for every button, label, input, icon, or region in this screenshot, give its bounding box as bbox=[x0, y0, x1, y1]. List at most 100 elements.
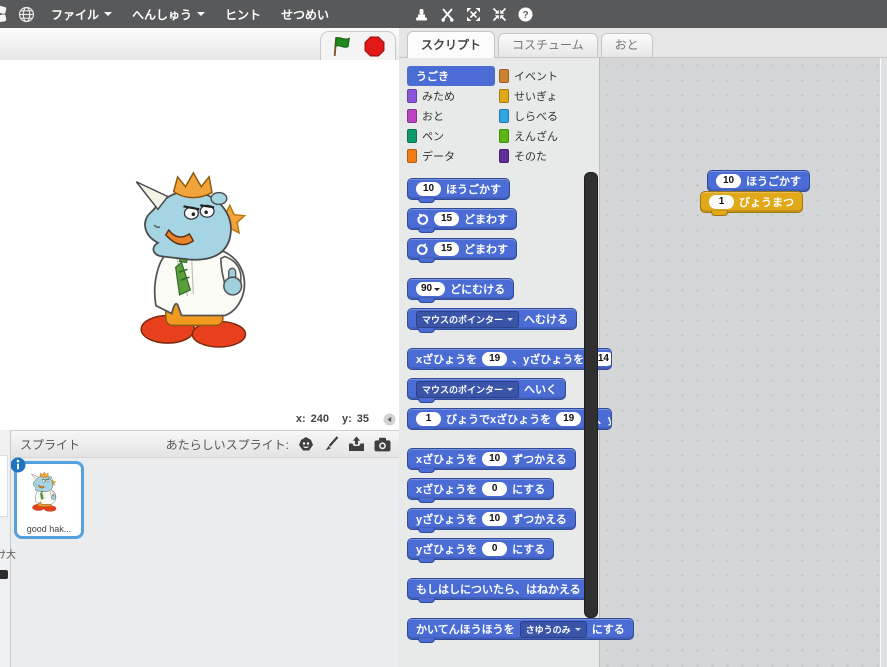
stop-button[interactable] bbox=[364, 36, 385, 57]
category-item[interactable]: イベント bbox=[499, 66, 587, 86]
script-block[interactable]: 10 ほうごかす bbox=[707, 170, 810, 192]
block-help-icon[interactable]: ? bbox=[518, 7, 533, 22]
menu-item[interactable]: ヒント bbox=[225, 6, 261, 23]
menu-item-label: ファイル bbox=[51, 6, 99, 23]
stage-sprite-rhino[interactable] bbox=[130, 166, 298, 353]
language-globe-icon[interactable] bbox=[18, 6, 35, 23]
delete-icon[interactable] bbox=[440, 7, 455, 22]
tab-scripts[interactable]: スクリプト bbox=[407, 31, 495, 58]
coord-x-value: 240 bbox=[311, 413, 329, 425]
category-item[interactable]: みため bbox=[407, 86, 495, 106]
palette-block[interactable]: かいてんほうほうをさゆうのみにする bbox=[407, 618, 634, 640]
number-input[interactable]: 19 bbox=[482, 352, 507, 366]
number-input[interactable]: 10 bbox=[482, 452, 507, 466]
menu-item[interactable]: ファイル bbox=[51, 6, 112, 23]
toolbar: ? bbox=[414, 0, 533, 28]
sprite-thumbnail[interactable]: good hak... bbox=[14, 461, 84, 539]
palette-block[interactable]: マウスのポインターへいく bbox=[407, 378, 566, 400]
palette-block[interactable]: マウスのポインターへむける bbox=[407, 308, 577, 330]
palette-block[interactable]: xざひょうを19、yざひょうを-14に bbox=[407, 348, 612, 370]
paint-brush-icon[interactable] bbox=[323, 436, 339, 452]
palette-block[interactable]: 1びょうでxざひょうを19に、yざひょうを bbox=[407, 408, 612, 430]
block-label: xざひょうを bbox=[416, 351, 477, 367]
shrink-icon[interactable] bbox=[492, 7, 507, 22]
palette-scrollbar[interactable] bbox=[584, 172, 598, 618]
stage-header bbox=[0, 28, 399, 61]
category-color-swatch bbox=[499, 149, 509, 163]
category-label: ペン bbox=[422, 128, 444, 144]
sprite-library-icon[interactable] bbox=[298, 436, 314, 452]
palette-block[interactable]: yざひょうを10ずつかえる bbox=[407, 508, 576, 530]
tab-sounds[interactable]: おと bbox=[601, 33, 653, 57]
number-input[interactable]: 1 bbox=[416, 412, 441, 426]
number-input[interactable]: 19 bbox=[556, 412, 581, 426]
block-label: 、yざひょうを bbox=[512, 351, 584, 367]
block-group: かいてんほうほうをさゆうのみにする bbox=[407, 618, 619, 640]
block-label: にする bbox=[512, 541, 545, 557]
green-flag-button[interactable] bbox=[331, 35, 354, 58]
number-input[interactable]: 15 bbox=[434, 212, 459, 226]
upload-sprite-icon[interactable] bbox=[348, 436, 365, 452]
category-item[interactable]: ペン bbox=[407, 126, 495, 146]
menu-item[interactable]: せつめい bbox=[281, 6, 329, 23]
dropdown[interactable]: マウスのポインター bbox=[416, 311, 519, 328]
cropped-text-fragment: け大 bbox=[0, 546, 16, 561]
palette-block[interactable]: xざひょうを10ずつかえる bbox=[407, 448, 576, 470]
palette-block[interactable]: xざひょうを0にする bbox=[407, 478, 554, 500]
palette-block[interactable]: もしはしについたら、はねかえる bbox=[407, 578, 590, 600]
block-label: ほうごかす bbox=[746, 173, 801, 189]
category-item[interactable]: おと bbox=[407, 106, 495, 126]
category-label: しらべる bbox=[514, 108, 558, 124]
collapse-stage-icon[interactable] bbox=[383, 413, 396, 426]
tab-costumes[interactable]: コスチューム bbox=[498, 33, 598, 57]
number-input[interactable]: 10 bbox=[482, 512, 507, 526]
block-label: ずつかえる bbox=[512, 511, 567, 527]
number-input[interactable]: 0 bbox=[482, 482, 507, 496]
palette-block[interactable]: 15どまわす bbox=[407, 208, 517, 230]
chevron-down-icon bbox=[434, 288, 440, 294]
category-label: えんざん bbox=[514, 128, 558, 144]
sprite-pane-header: スプライト あたらしいスプライト: bbox=[0, 430, 399, 458]
cropped-stage-thumbnail-column: け大 bbox=[0, 430, 11, 667]
category-color-swatch bbox=[499, 69, 509, 83]
dropdown[interactable]: さゆうのみ bbox=[520, 621, 587, 638]
number-input[interactable]: 10 bbox=[716, 174, 741, 188]
camera-icon[interactable] bbox=[374, 437, 391, 452]
category-item[interactable]: しらべる bbox=[499, 106, 587, 126]
menu: ファイル へんしゅう ヒント せつめい bbox=[51, 6, 329, 23]
category-item[interactable]: せいぎょ bbox=[499, 86, 587, 106]
sprite-info-icon[interactable] bbox=[10, 457, 26, 473]
block-label: xざひょうを bbox=[416, 451, 477, 467]
category-color-swatch bbox=[499, 109, 509, 123]
palette-block[interactable]: 15どまわす bbox=[407, 238, 517, 260]
number-input[interactable]: 0 bbox=[482, 542, 507, 556]
duplicate-icon[interactable] bbox=[414, 7, 429, 22]
category-label: みため bbox=[422, 88, 455, 104]
category-color-swatch bbox=[407, 109, 417, 123]
script-block[interactable]: 1びょうまつ bbox=[700, 191, 803, 213]
palette-block[interactable]: 10ほうごかす bbox=[407, 178, 510, 200]
category-label: イベント bbox=[514, 68, 558, 84]
category-item[interactable]: えんざん bbox=[499, 126, 587, 146]
number-input[interactable]: 1 bbox=[709, 195, 734, 209]
palette-block-row: かいてんほうほうをさゆうのみにする bbox=[407, 618, 619, 640]
menu-item[interactable]: へんしゅう bbox=[132, 6, 205, 23]
script-area[interactable]: 10 ほうごかす 1びょうまつ bbox=[599, 58, 887, 667]
sprite-name: good hak... bbox=[17, 524, 81, 534]
dropdown[interactable]: マウスのポインター bbox=[416, 381, 519, 398]
number-input[interactable]: 15 bbox=[434, 242, 459, 256]
grow-icon[interactable] bbox=[466, 7, 481, 22]
number-input[interactable]: 10 bbox=[416, 182, 441, 196]
number-dropdown[interactable]: 90 bbox=[416, 282, 445, 296]
palette-block[interactable]: 90どにむける bbox=[407, 278, 514, 300]
scratch-logo-fragment bbox=[0, 4, 9, 24]
mouse-coords: x: 240 y: 35 bbox=[0, 408, 399, 430]
palette-block[interactable]: yざひょうを0にする bbox=[407, 538, 554, 560]
coord-y-label: y: bbox=[342, 413, 352, 425]
cropped-panel-edge bbox=[0, 455, 8, 517]
category-item[interactable]: データ bbox=[407, 146, 495, 166]
category-item[interactable]: そのた bbox=[499, 146, 587, 166]
category-item[interactable]: うごき bbox=[407, 66, 495, 86]
editor-panel: スクリプトコスチュームおと うごきみためおとペンデータイベントせいぎょしらべるえ… bbox=[399, 28, 887, 667]
number-dropdown-value: 90 bbox=[421, 283, 432, 295]
